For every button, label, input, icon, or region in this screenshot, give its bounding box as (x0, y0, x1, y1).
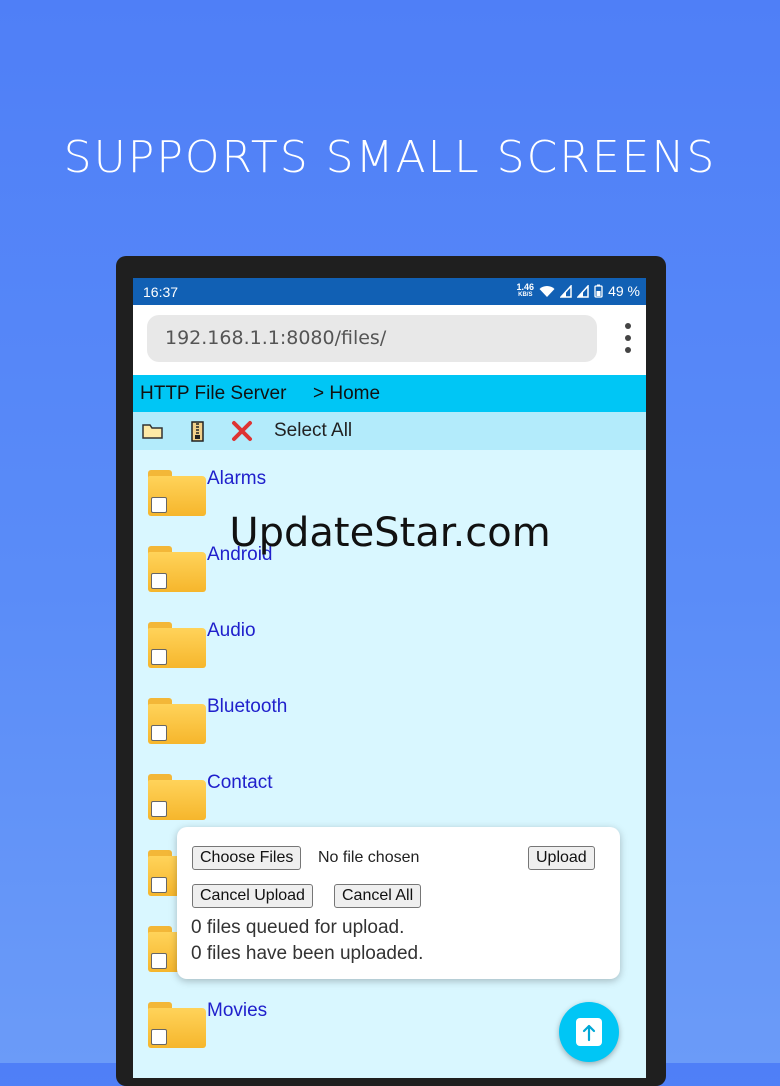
browser-menu-icon[interactable] (624, 323, 632, 357)
net-speed-unit: KB/S (518, 292, 533, 298)
headline: SUPPORTS SMALL SCREENS (63, 132, 717, 183)
item-checkbox[interactable] (151, 953, 167, 969)
list-item[interactable]: Bluetooth (133, 678, 646, 754)
battery-icon (594, 284, 603, 298)
upload-icon (576, 1018, 602, 1046)
upload-panel: Choose Files No file chosen Upload Cance… (177, 827, 620, 979)
delete-icon[interactable] (231, 420, 253, 442)
status-icons: 1.46 KB/S 49 % (517, 283, 640, 300)
status-bar: 16:37 1.46 KB/S 49 % (133, 278, 646, 305)
net-speed: 1.46 KB/S (517, 283, 535, 299)
folder-link[interactable]: Movies (207, 1000, 267, 1022)
watermark-text: UpdateStar.com (229, 510, 551, 556)
signal-icon (560, 284, 572, 298)
item-checkbox[interactable] (151, 649, 167, 665)
item-checkbox[interactable] (151, 877, 167, 893)
breadcrumb-home[interactable]: > Home (313, 375, 380, 412)
cancel-upload-button[interactable]: Cancel Upload (192, 884, 313, 908)
no-file-label: No file chosen (318, 849, 420, 866)
folder-link[interactable]: Audio (207, 620, 256, 642)
folder-link[interactable]: Contact (207, 772, 272, 794)
list-item[interactable]: Contact (133, 754, 646, 830)
queued-status: 0 files queued for upload. (191, 917, 405, 938)
list-item[interactable]: Audio (133, 602, 646, 678)
item-checkbox[interactable] (151, 725, 167, 741)
folder-link[interactable]: Bluetooth (207, 696, 287, 718)
new-folder-icon[interactable] (141, 420, 165, 442)
item-checkbox[interactable] (151, 801, 167, 817)
folder-link[interactable]: Alarms (207, 468, 266, 490)
cancel-all-button[interactable]: Cancel All (334, 884, 422, 908)
browser-address-bar: 192.168.1.1:8080/files/ (133, 305, 646, 375)
app-title: HTTP File Server (140, 383, 287, 404)
status-time: 16:37 (143, 284, 179, 300)
item-checkbox[interactable] (151, 1029, 167, 1045)
signal-icon (577, 284, 589, 298)
battery-percent: 49 % (608, 283, 640, 299)
upload-button[interactable]: Upload (528, 846, 595, 870)
select-all-link[interactable]: Select All (274, 420, 352, 442)
item-checkbox[interactable] (151, 573, 167, 589)
choose-files-button[interactable]: Choose Files (192, 846, 302, 870)
upload-fab-button[interactable] (559, 1002, 619, 1062)
net-speed-value: 1.46 (516, 282, 535, 292)
app-title-bar: HTTP File Server > Home (133, 375, 646, 412)
file-toolbar: Select All (133, 412, 646, 450)
url-field[interactable]: 192.168.1.1:8080/files/ (147, 315, 597, 362)
uploaded-status: 0 files have been uploaded. (191, 943, 424, 964)
zip-icon[interactable] (187, 420, 209, 444)
wifi-icon (539, 285, 555, 297)
